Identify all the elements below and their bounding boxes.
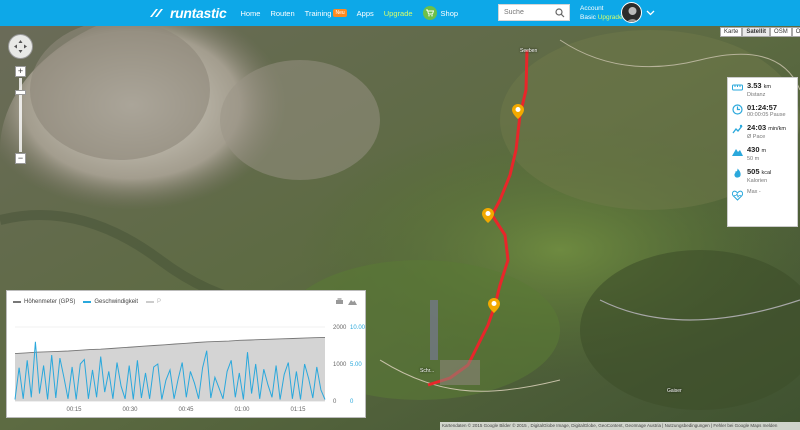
x-tick-label: 00:45 [178,407,194,413]
stat-unit: m [761,148,767,154]
route-marker-icon[interactable] [488,298,500,313]
heart-icon [732,190,743,201]
map-label: Schr... [420,368,435,374]
zoom-out-button[interactable]: − [15,153,26,164]
activity-stats-panel: 3.53 km Distanz 01:24:57 00:00:05 Pause 24:… [727,77,798,227]
nav-upgrade[interactable]: Upgrade [384,9,413,18]
print-icon[interactable] [335,297,344,306]
y-elevation-tick-label: 0 [333,399,337,405]
mountain-toggle-icon[interactable] [348,297,357,306]
y-elevation-tick-label: 1000 [333,362,347,368]
stat-label: Ø Pace [747,134,766,140]
nav-training-label: Training [304,8,332,18]
new-badge: Neu [333,9,347,17]
map-label: Gaiser [667,388,682,394]
stat-unit: km [763,84,771,90]
runner-icon [732,124,743,134]
x-tick-label: 01:15 [290,407,306,413]
legend-swatch [83,301,92,303]
chevron-down-icon[interactable] [646,8,655,17]
main-nav: Home Routen Training Neu Apps Upgrade Sho… [240,0,468,26]
search-box [498,4,570,21]
x-tick-label: 00:30 [122,407,138,413]
layer-ocm-button[interactable]: OCM [791,27,800,37]
nav-shop-label: Shop [440,8,459,18]
map-attribution[interactable]: Kartendaten © 2015 Google Bilder © 2015 … [440,422,800,430]
stat-elevation: 430 m 50 m [732,145,793,163]
chart-svg: 00:15 00:30 00:45 01:00 01:15 2000 1000 0 10.00 5… [14,325,366,413]
y-speed-tick-label: 0 [350,399,354,405]
stat-duration: 01:24:57 00:00:05 Pause [732,103,793,119]
logo-text: runtastic [170,5,227,21]
legend-item-elevation[interactable]: Höhenmeter (GPS) [13,299,75,305]
zoom-slider-knob[interactable] [15,90,26,95]
layer-karte-button[interactable]: Karte [720,27,743,37]
stat-label: 50 m [747,156,760,162]
stat-label: 00:00:05 Pause [747,112,786,118]
logo-mark-icon [150,9,163,17]
stat-value: 3.53 [747,81,762,90]
stat-label: Kalorien [747,178,768,184]
stat-heart-rate: Max - [732,189,793,201]
x-tick-label: 01:00 [234,407,250,413]
nav-shop[interactable]: Shop [422,6,459,20]
stat-value: 24:03 [747,123,767,132]
legend-item-speed[interactable]: Geschwindigkeit [83,299,138,305]
layer-satellite-button[interactable]: Satellit [742,27,771,37]
nav-apps[interactable]: Apps [357,9,374,18]
legend-swatch [13,301,21,303]
y-elevation-tick-label: 2000 [333,325,347,331]
legend-item-pace[interactable]: P [146,299,161,305]
x-tick-label: 00:15 [66,407,82,413]
chart-legend: Höhenmeter (GPS) Geschwindigkeit P [13,299,169,305]
stat-distance: 3.53 km Distanz [732,81,793,99]
search-input[interactable] [499,9,555,16]
stat-label: Max - [747,189,761,195]
search-icon[interactable] [555,7,565,18]
runtastic-logo[interactable]: runtastic [148,0,227,26]
stat-value: 01:24:57 [747,103,778,112]
stat-calories: 505 kcal Kalorien [732,167,793,185]
zoom-control: + − [15,66,26,164]
legend-swatch [146,301,155,303]
nav-training[interactable]: Training Neu [305,9,347,18]
stat-unit: min/km [768,126,786,132]
stat-unit: kcal [761,170,772,176]
avatar[interactable] [621,2,642,23]
chart-tools [331,297,357,306]
account-label: Account [580,5,604,12]
y-speed-tick-label: 10.00 [350,325,366,331]
mountain-icon [732,149,743,156]
legend-label: Höhenmeter (GPS) [24,299,76,305]
y-speed-tick-label: 5.00 [350,362,362,368]
stat-value: 505 [747,167,760,176]
stat-pace: 24:03 min/km Ø Pace [732,123,793,141]
flame-icon [734,168,741,178]
pan-arrows-icon [14,40,27,53]
account-menu[interactable]: Account Basic Upgrade [580,4,623,22]
route-marker-icon[interactable] [482,208,494,223]
pan-control[interactable] [8,34,33,59]
legend-label: P [157,299,162,305]
account-plan: Basic [580,14,596,21]
zoom-in-button[interactable]: + [15,66,26,77]
distance-icon [732,84,743,91]
elevation-speed-chart: 00:15 00:30 00:45 01:00 01:15 2000 1000 0 10.00 5… [6,290,366,418]
layer-osm-button[interactable]: OSM [770,27,792,37]
stat-value: 430 [747,145,760,154]
stat-label: Distanz [747,92,766,98]
cart-icon [422,6,437,20]
route-marker-icon[interactable] [512,104,524,119]
nav-home[interactable]: Home [240,9,260,18]
clock-icon [732,104,743,115]
nav-routes[interactable]: Routen [270,9,294,18]
account-upgrade-link[interactable]: Upgrade [598,14,623,21]
legend-label: Geschwindigkeit [94,299,139,305]
map-label: Seeben [520,48,538,54]
top-navigation-bar: runtastic Home Routen Training Neu Apps U… [0,0,800,26]
map-layer-switch: Karte Satellit OSM OCM [720,27,800,37]
